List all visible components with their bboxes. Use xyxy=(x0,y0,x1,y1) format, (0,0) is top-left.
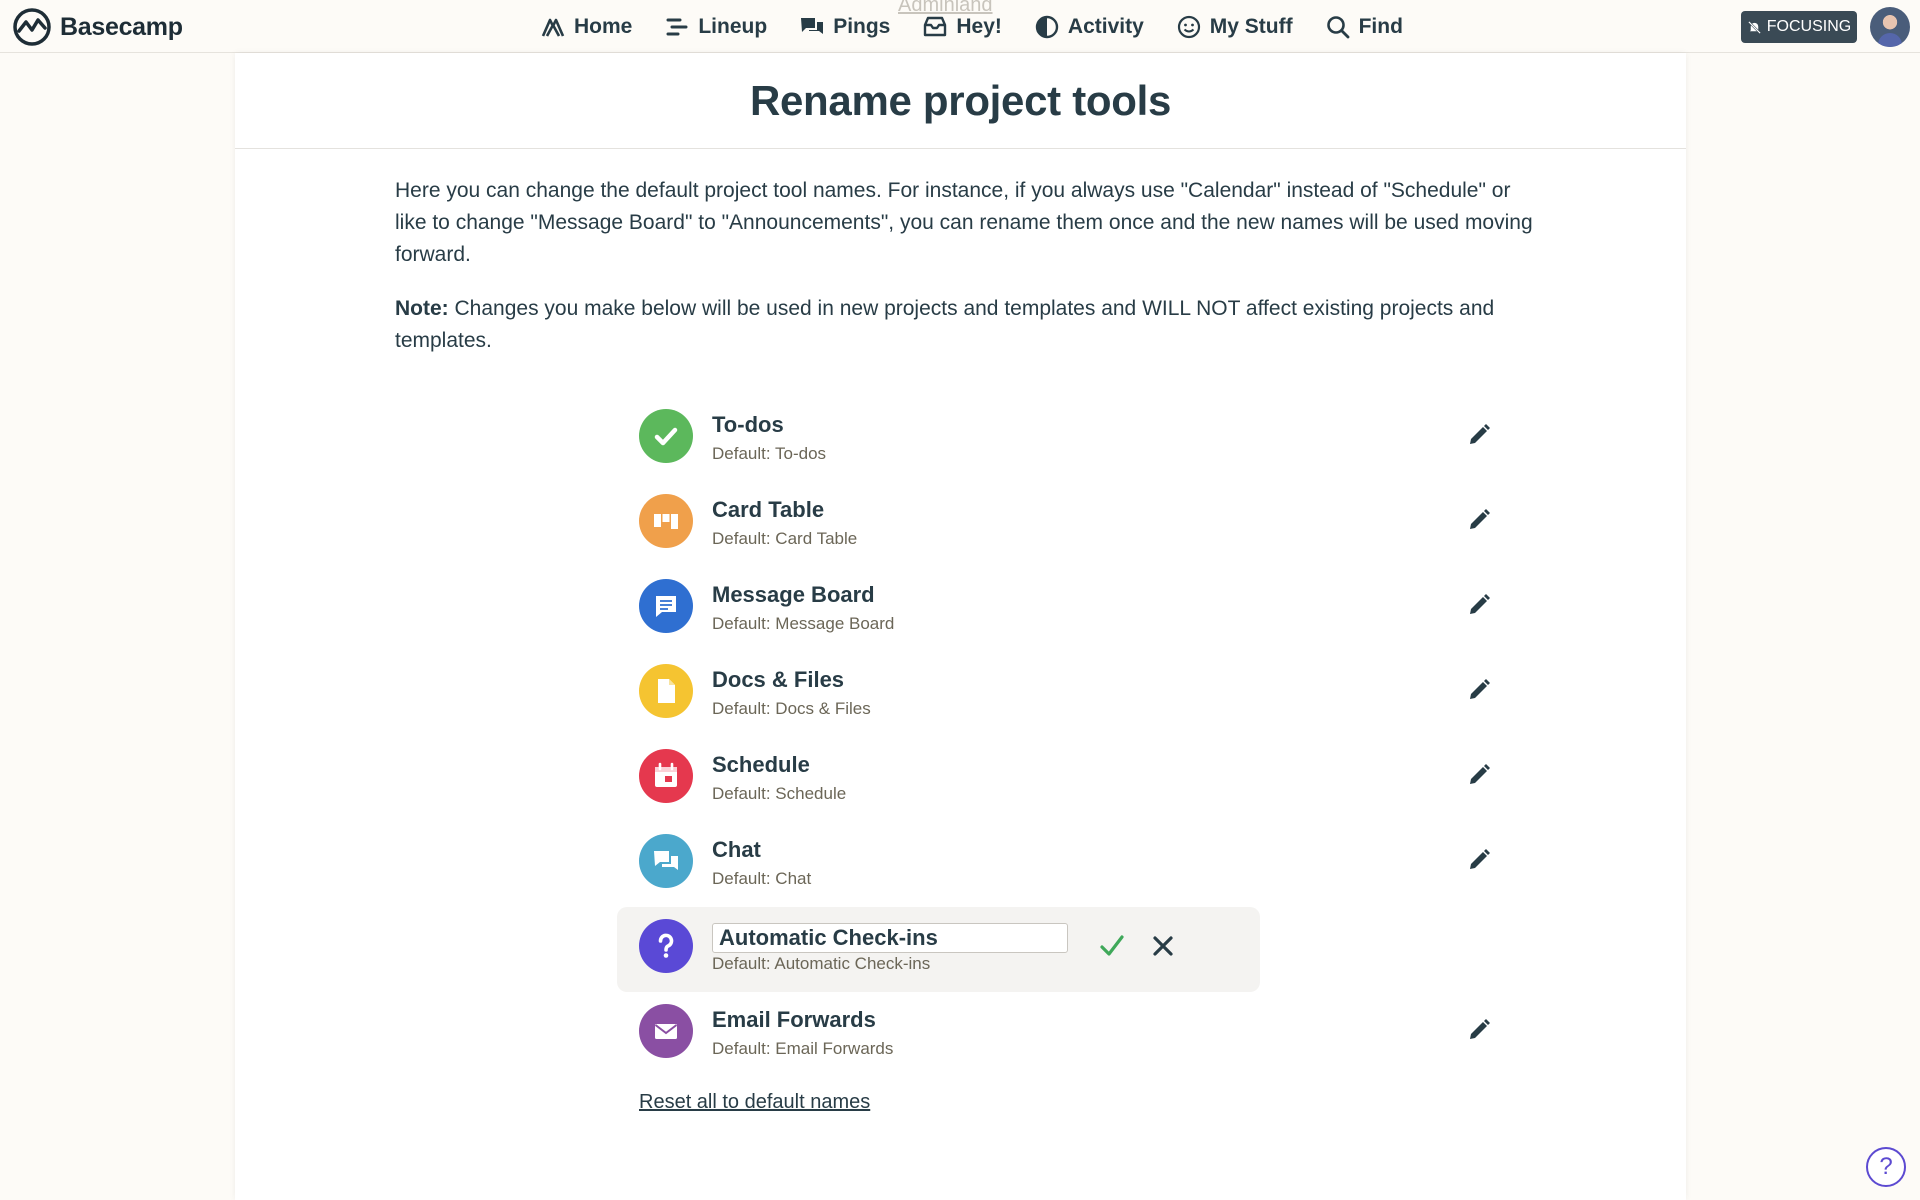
tool-row-schedule: Schedule Default: Schedule xyxy=(639,737,1490,822)
nav-activity-label: Activity xyxy=(1067,14,1144,38)
tool-default: Default: Chat xyxy=(712,869,812,888)
reset-all-link[interactable]: Reset all to default names xyxy=(639,1091,870,1114)
tool-name-input[interactable] xyxy=(712,923,1068,953)
tool-row-email-forwards: Email Forwards Default: Email Forwards xyxy=(639,992,1490,1077)
nav-my-stuff-label: My Stuff xyxy=(1209,14,1293,38)
avatar[interactable] xyxy=(1870,7,1910,47)
tool-row-automatic-check-ins: Default: Automatic Check-ins xyxy=(617,907,1260,992)
nav-pings[interactable]: Pings xyxy=(799,14,890,40)
question-icon xyxy=(639,919,693,973)
main-card: Rename project tools Here you can change… xyxy=(235,53,1686,1200)
tool-row-chat: Chat Default: Chat xyxy=(639,822,1490,907)
pencil-icon[interactable] xyxy=(1465,676,1493,704)
tool-default: Default: Docs & Files xyxy=(712,699,871,718)
tool-name: To-dos xyxy=(712,412,784,437)
tool-name: Message Board xyxy=(712,582,875,607)
pencil-icon[interactable] xyxy=(1465,846,1493,874)
nav-hey-label: Hey! xyxy=(956,14,1002,38)
focusing-label: FOCUSING xyxy=(1766,18,1852,35)
note-body: Changes you make below will be used in n… xyxy=(395,297,1495,352)
pencil-icon[interactable] xyxy=(1465,1016,1493,1044)
nav-find-label: Find xyxy=(1358,14,1403,38)
checkmark-icon[interactable] xyxy=(1097,931,1127,961)
tool-row-todos: To-dos Default: To-dos xyxy=(639,397,1490,482)
calendar-icon xyxy=(639,749,693,803)
close-icon[interactable] xyxy=(1148,931,1178,961)
tool-row-message-board: Message Board Default: Message Board xyxy=(639,567,1490,652)
pencil-icon[interactable] xyxy=(1465,506,1493,534)
home-icon xyxy=(541,18,565,37)
basecamp-logo[interactable]: Basecamp xyxy=(10,8,183,46)
tool-list: To-dos Default: To-dos Card Table Defaul… xyxy=(617,397,1490,1077)
tool-row-docs-files: Docs & Files Default: Docs & Files xyxy=(639,652,1490,737)
activity-icon xyxy=(1035,15,1059,38)
tool-default: Default: Card Table xyxy=(712,529,858,548)
help-icon: ? xyxy=(1879,1153,1893,1180)
card-table-icon xyxy=(639,494,693,548)
nav-lineup-label: Lineup xyxy=(698,14,768,38)
note-label: Note: xyxy=(395,297,449,320)
pencil-icon[interactable] xyxy=(1465,591,1493,619)
tool-name: Card Table xyxy=(712,497,825,522)
search-icon xyxy=(1326,15,1349,38)
help-button[interactable]: ? xyxy=(1866,1147,1906,1187)
hey-icon xyxy=(924,16,947,36)
tool-name: Schedule xyxy=(712,752,810,777)
nav-pings-label: Pings xyxy=(833,14,891,38)
pencil-icon[interactable] xyxy=(1465,761,1493,789)
chat-icon xyxy=(639,834,693,888)
tool-default: Default: Email Forwards xyxy=(712,1039,894,1058)
tool-name: Docs & Files xyxy=(712,667,845,692)
card-header: Rename project tools xyxy=(235,53,1686,149)
page-title: Rename project tools xyxy=(749,76,1172,124)
tool-name: Chat xyxy=(712,837,761,862)
app-name: Basecamp xyxy=(60,12,183,41)
document-icon xyxy=(639,664,693,718)
tool-default: Default: Schedule xyxy=(712,784,847,803)
nav-find[interactable]: Find xyxy=(1325,14,1403,40)
nav-home[interactable]: Home xyxy=(540,14,632,40)
nav-my-stuff[interactable]: My Stuff xyxy=(1176,14,1293,40)
message-icon xyxy=(639,579,693,633)
focusing-button[interactable]: FOCUSING xyxy=(1741,11,1857,43)
tool-default: Default: To-dos xyxy=(712,444,827,463)
tool-default: Default: Message Board xyxy=(712,614,895,633)
tool-row-card-table: Card Table Default: Card Table xyxy=(639,482,1490,567)
tool-default: Default: Automatic Check-ins xyxy=(712,954,931,973)
pencil-icon[interactable] xyxy=(1465,421,1493,449)
main-nav: Home Lineup Pings Hey! Activity My Stuff… xyxy=(540,0,1435,53)
pings-icon xyxy=(801,17,824,34)
bell-off-icon xyxy=(1747,20,1761,34)
note-text: Note: Changes you make below will be use… xyxy=(395,293,1535,357)
nav-activity[interactable]: Activity xyxy=(1034,14,1144,40)
check-icon xyxy=(639,409,693,463)
nav-home-label: Home xyxy=(574,14,633,38)
basecamp-logo-icon xyxy=(13,8,51,46)
top-navigation: Basecamp Adminland Home Lineup Pings Hey… xyxy=(0,0,1920,53)
nav-lineup[interactable]: Lineup xyxy=(664,14,767,40)
nav-hey[interactable]: Hey! xyxy=(922,14,1002,40)
tool-name: Email Forwards xyxy=(712,1007,876,1032)
intro-text: Here you can change the default project … xyxy=(395,179,1533,266)
lineup-icon xyxy=(666,18,688,35)
email-icon xyxy=(639,1004,693,1058)
my-stuff-icon xyxy=(1177,15,1200,38)
